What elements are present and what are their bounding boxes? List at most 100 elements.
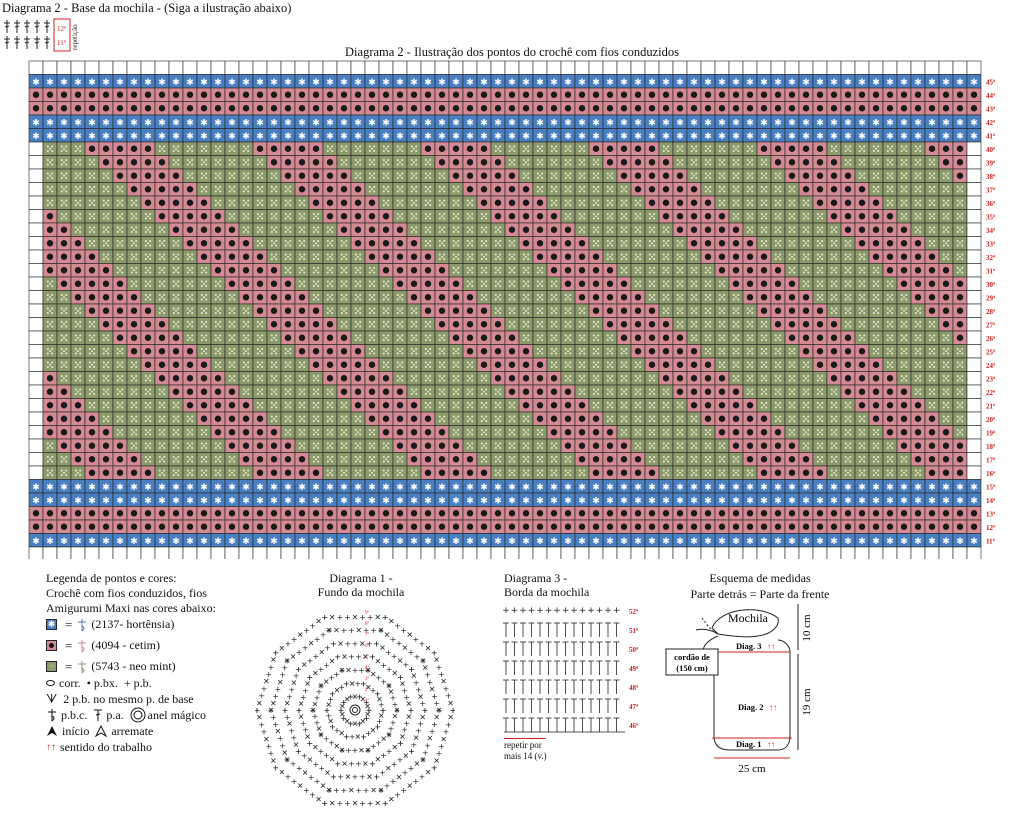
- slip-stitch-dot: [242, 105, 250, 112]
- slip-stitch-dot: [662, 348, 670, 355]
- slip-stitch-dot: [494, 105, 502, 112]
- slip-stitch-dot: [676, 199, 684, 206]
- star-mark: ✱: [942, 496, 950, 506]
- slip-stitch-dot: [88, 307, 96, 314]
- star-mark: ✱: [648, 78, 656, 88]
- star-mark: ✱: [242, 118, 250, 128]
- slip-stitch-dot: [102, 159, 110, 166]
- star-mark: ✱: [158, 496, 166, 506]
- slip-stitch-dot: [746, 267, 754, 274]
- star-mark: ✱: [620, 78, 628, 88]
- slip-stitch-dot: [956, 159, 964, 166]
- slip-stitch-dot: [74, 456, 82, 463]
- slip-stitch-dot: [158, 159, 166, 166]
- slip-stitch-dot: [116, 321, 124, 328]
- slip-stitch-dot: [172, 348, 180, 355]
- slip-stitch-dot: [508, 186, 516, 193]
- slip-stitch-dot: [802, 321, 810, 328]
- slip-stitch-dot: [368, 226, 376, 233]
- slip-stitch-dot: [536, 91, 544, 98]
- grid-cell-blank: [406, 60, 422, 75]
- slip-stitch-dot: [424, 456, 432, 463]
- slip-stitch-dot: [522, 213, 530, 220]
- star-mark: ✱: [452, 78, 460, 88]
- grid-cell-blank: [490, 60, 506, 75]
- slip-stitch-dot: [214, 429, 222, 436]
- grid-cell-blank: [392, 60, 408, 75]
- slip-stitch-dot: [116, 159, 124, 166]
- slip-stitch-dot: [144, 159, 152, 166]
- grid-cell-blank: [714, 546, 730, 559]
- slip-stitch-dot: [956, 172, 964, 179]
- star-mark: ✱: [802, 537, 810, 547]
- slip-stitch-dot: [74, 91, 82, 98]
- slip-stitch-dot: [256, 523, 264, 530]
- slip-stitch-dot: [690, 510, 698, 517]
- star-mark: ✱: [662, 496, 670, 506]
- slip-stitch-dot: [368, 253, 376, 260]
- slip-stitch-dot: [564, 226, 572, 233]
- slip-stitch-dot: [144, 199, 152, 206]
- grid-cell-blank: [28, 182, 44, 197]
- star-mark: ✱: [312, 132, 320, 142]
- star-mark: ✱: [858, 483, 866, 493]
- slip-stitch-dot: [60, 280, 68, 287]
- grid-cell-blank: [966, 195, 982, 210]
- star-mark: ✱: [858, 78, 866, 88]
- star-mark: ✱: [942, 78, 950, 88]
- star-mark: ✱: [396, 483, 404, 493]
- legend-symbols-2: ᗐ 2 p.b. no mesmo p. de base: [46, 691, 246, 707]
- slip-stitch-dot: [914, 267, 922, 274]
- slip-stitch-dot: [158, 348, 166, 355]
- slip-stitch-dot: [802, 348, 810, 355]
- star-mark: ✱: [312, 483, 320, 493]
- star-mark: ✱: [298, 78, 306, 88]
- slip-stitch-dot: [718, 402, 726, 409]
- slip-stitch-dot: [676, 186, 684, 193]
- star-mark: ✱: [830, 132, 838, 142]
- star-mark: ✱: [228, 483, 236, 493]
- slip-stitch-dot: [452, 510, 460, 517]
- grid-cell-blank: [770, 546, 786, 559]
- slip-stitch-dot: [718, 523, 726, 530]
- row-number-label: 24ª: [986, 362, 996, 370]
- star-mark: ✱: [718, 132, 726, 142]
- slip-stitch-dot: [564, 91, 572, 98]
- slip-stitch-dot: [648, 523, 656, 530]
- slip-stitch-dot: [620, 321, 628, 328]
- slip-stitch-dot: [900, 280, 908, 287]
- slip-stitch-dot: [550, 388, 558, 395]
- slip-stitch-dot: [74, 267, 82, 274]
- slip-stitch-dot: [844, 199, 852, 206]
- star-mark: ✱: [88, 496, 96, 506]
- star-mark: ✱: [746, 496, 754, 506]
- row-number-label: 30ª: [986, 281, 996, 289]
- slip-stitch-dot: [662, 186, 670, 193]
- slip-stitch-dot: [550, 226, 558, 233]
- slip-stitch-dot: [494, 334, 502, 341]
- slip-stitch-dot: [914, 253, 922, 260]
- slip-stitch-dot: [886, 510, 894, 517]
- slip-stitch-dot: [788, 334, 796, 341]
- slip-stitch-dot: [172, 334, 180, 341]
- star-mark: ✱: [32, 483, 40, 493]
- grid-cell-blank: [966, 330, 982, 345]
- slip-stitch-dot: [354, 348, 362, 355]
- grid-cell-blank: [210, 60, 226, 75]
- slip-stitch-dot: [130, 186, 138, 193]
- slip-stitch-dot: [186, 523, 194, 530]
- slip-stitch-dot: [564, 415, 572, 422]
- slip-stitch-dot: [858, 402, 866, 409]
- slip-stitch-dot: [662, 510, 670, 517]
- slip-stitch-dot: [858, 348, 866, 355]
- slip-stitch-dot: [46, 375, 54, 382]
- treble-icon: [94, 709, 103, 721]
- slip-stitch-dot: [760, 469, 768, 476]
- grid-cell-blank: [168, 60, 184, 75]
- grid-cell-blank: [224, 60, 240, 75]
- grid-cell-blank: [658, 60, 674, 75]
- slip-stitch-dot: [242, 294, 250, 301]
- legend-color-mint: ⁘ = (5743 - neo mint): [46, 658, 246, 675]
- slip-stitch-dot: [704, 402, 712, 409]
- star-mark: ✱: [74, 78, 82, 88]
